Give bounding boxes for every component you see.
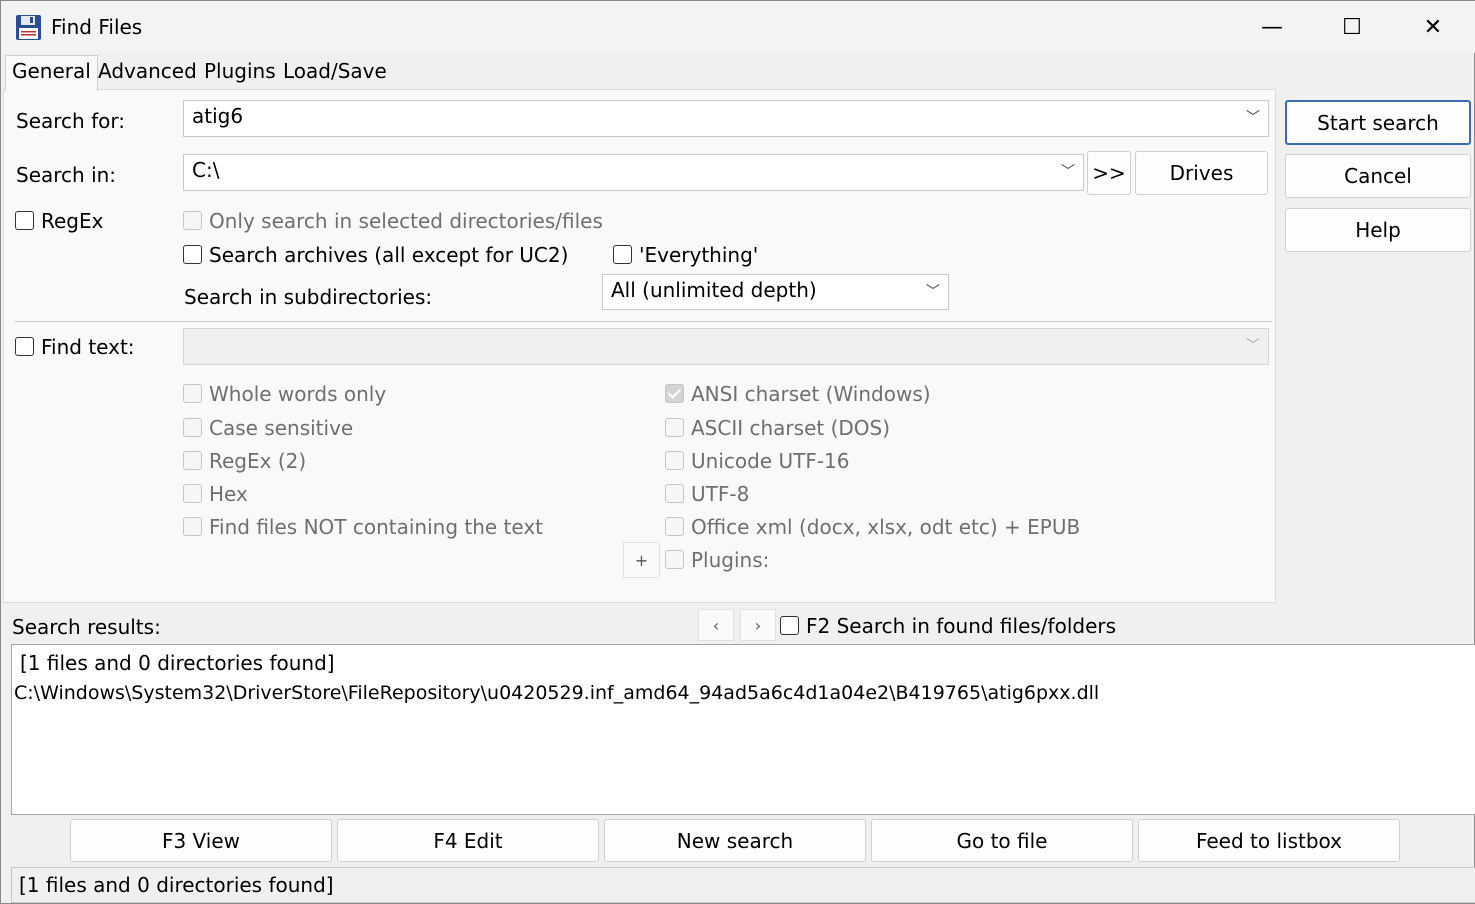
chevron-down-icon[interactable]: ﹀: [1059, 162, 1077, 180]
search-for-value: atig6: [192, 104, 244, 128]
ansi-charset-checkbox[interactable]: [665, 384, 684, 403]
floppy-disk-icon: [16, 15, 41, 40]
tab-plugins[interactable]: Plugins: [198, 56, 282, 90]
regex-checkbox[interactable]: [15, 211, 34, 230]
chevron-down-icon[interactable]: ﹀: [1244, 108, 1262, 126]
list-item[interactable]: C:\Windows\System32\DriverStore\FileRepo…: [14, 682, 1099, 704]
utf16-label: Unicode UTF-16: [691, 449, 850, 473]
close-icon: ✕: [1423, 14, 1443, 40]
search-in-value: C:\: [192, 158, 220, 182]
subdirectories-dropdown[interactable]: All (unlimited depth) ﹀: [602, 274, 949, 310]
close-button[interactable]: ✕: [1413, 11, 1453, 43]
find-text-label: Find text:: [41, 335, 135, 359]
plus-icon: +: [634, 550, 649, 570]
results-listbox[interactable]: [1 files and 0 directories found] C:\Win…: [11, 644, 1475, 815]
search-results-label: Search results:: [12, 615, 161, 639]
regex2-checkbox[interactable]: [183, 451, 202, 470]
hex-checkbox[interactable]: [183, 484, 202, 503]
only-selected-label: Only search in selected directories/file…: [209, 209, 603, 233]
tab-general[interactable]: General: [5, 55, 98, 91]
utf8-label: UTF-8: [691, 482, 750, 506]
everything-checkbox[interactable]: [613, 245, 632, 264]
search-archives-label: Search archives (all except for UC2): [209, 243, 569, 267]
previous-button[interactable]: ‹: [698, 609, 734, 641]
find-text-checkbox[interactable]: [15, 337, 34, 356]
ascii-charset-checkbox[interactable]: [665, 418, 684, 437]
f2-search-found-label: F2 Search in found files/folders: [806, 614, 1117, 638]
maximize-icon: ☐: [1342, 14, 1362, 40]
chevron-down-icon[interactable]: ﹀: [924, 282, 942, 300]
start-search-button[interactable]: Start search: [1285, 100, 1471, 145]
utf8-checkbox[interactable]: [665, 484, 684, 503]
divider: [15, 321, 1272, 322]
window-title: Find Files: [51, 15, 143, 39]
next-button[interactable]: ›: [740, 609, 776, 641]
f3-view-button[interactable]: F3 View: [70, 819, 332, 862]
regex2-label: RegEx (2): [209, 449, 307, 473]
list-item[interactable]: [1 files and 0 directories found]: [20, 651, 335, 675]
subdirectories-label: Search in subdirectories:: [184, 285, 433, 309]
utf16-checkbox[interactable]: [665, 451, 684, 470]
plugins-label: Plugins:: [691, 548, 770, 572]
status-text: [1 files and 0 directories found]: [19, 873, 334, 897]
search-for-combobox[interactable]: atig6 ﹀: [183, 100, 1269, 137]
search-in-label: Search in:: [16, 163, 117, 187]
search-archives-checkbox[interactable]: [183, 245, 202, 264]
case-sensitive-label: Case sensitive: [209, 416, 354, 440]
ascii-charset-label: ASCII charset (DOS): [691, 416, 891, 440]
title-bar[interactable]: Find Files — ☐ ✕: [1, 1, 1475, 53]
tab-advanced[interactable]: Advanced: [92, 56, 203, 90]
f4-edit-button[interactable]: F4 Edit: [337, 819, 599, 862]
not-containing-checkbox[interactable]: [183, 517, 202, 536]
cancel-button[interactable]: Cancel: [1285, 154, 1471, 198]
search-for-label: Search for:: [16, 109, 125, 133]
minimize-icon: —: [1261, 14, 1283, 40]
chevron-right-icon: ›: [754, 615, 762, 635]
status-bar: [1 files and 0 directories found]: [11, 867, 1475, 903]
find-text-combobox[interactable]: ﹀: [183, 328, 1269, 365]
everything-label: 'Everything': [639, 243, 759, 267]
help-button[interactable]: Help: [1285, 208, 1471, 252]
browse-button[interactable]: >>: [1087, 151, 1131, 195]
minimize-button[interactable]: —: [1252, 11, 1292, 43]
whole-words-checkbox[interactable]: [183, 384, 202, 403]
office-xml-checkbox[interactable]: [665, 517, 684, 536]
maximize-button[interactable]: ☐: [1332, 11, 1372, 43]
whole-words-label: Whole words only: [209, 382, 387, 406]
ansi-charset-label: ANSI charset (Windows): [691, 382, 931, 406]
f2-search-found-checkbox[interactable]: [780, 616, 799, 635]
plugins-checkbox[interactable]: [665, 550, 684, 569]
feed-to-listbox-button[interactable]: Feed to listbox: [1138, 819, 1400, 862]
go-to-file-button[interactable]: Go to file: [871, 819, 1133, 862]
hex-label: Hex: [209, 482, 248, 506]
not-containing-label: Find files NOT containing the text: [209, 515, 544, 539]
find-files-window: Find Files — ☐ ✕ General Advanced Plugin…: [0, 0, 1475, 904]
tab-load-save[interactable]: Load/Save: [277, 56, 393, 90]
new-search-button[interactable]: New search: [604, 819, 866, 862]
search-in-combobox[interactable]: C:\ ﹀: [183, 154, 1084, 191]
chevron-down-icon[interactable]: ﹀: [1244, 336, 1262, 354]
only-selected-checkbox[interactable]: [183, 211, 202, 230]
subdirectories-value: All (unlimited depth): [611, 278, 817, 302]
regex-label: RegEx: [41, 209, 104, 233]
case-sensitive-checkbox[interactable]: [183, 418, 202, 437]
office-xml-label: Office xml (docx, xlsx, odt etc) + EPUB: [691, 515, 1081, 539]
plus-button[interactable]: +: [623, 542, 660, 578]
drives-button[interactable]: Drives: [1135, 151, 1268, 195]
chevron-left-icon: ‹: [712, 615, 720, 635]
